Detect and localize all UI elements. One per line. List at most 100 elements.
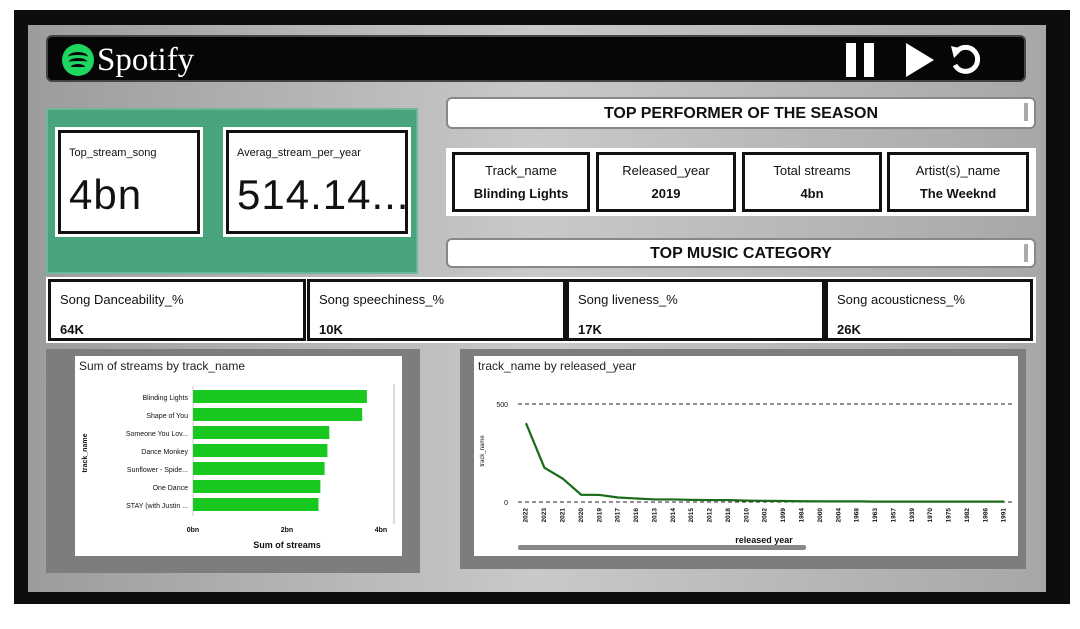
cell-value: Blinding Lights xyxy=(473,186,569,201)
header-bar: Spotify xyxy=(46,35,1026,82)
x-tick-label: 2022 xyxy=(523,508,530,523)
x-tick-label: 0bn xyxy=(187,527,199,534)
series-line xyxy=(524,422,1004,503)
cell-value: 2019 xyxy=(651,186,681,201)
x-tick-label: 2017 xyxy=(615,508,622,523)
scrollbar[interactable] xyxy=(1024,244,1028,262)
metric-value: 64K xyxy=(60,322,84,337)
pause-icon[interactable] xyxy=(846,43,878,77)
metric-liveness: Song liveness_% 17K xyxy=(566,279,825,341)
x-tick-label: 2018 xyxy=(725,508,732,523)
cell-header: Track_name xyxy=(485,163,557,178)
bar xyxy=(193,426,330,439)
x-axis-title: released year xyxy=(735,535,793,545)
kpi-value: 4bn xyxy=(69,171,143,218)
bar xyxy=(193,498,319,511)
x-tick-label: 2023 xyxy=(541,508,548,523)
scrollbar[interactable] xyxy=(1024,103,1028,121)
spotify-logo: Spotify xyxy=(62,41,194,79)
cell-header: Total streams xyxy=(773,163,851,178)
kpi-label: Averag_stream_per_year xyxy=(237,147,361,159)
x-tick-label: 2012 xyxy=(707,508,714,523)
top-performer-title: TOP PERFORMER OF THE SEASON xyxy=(603,105,879,122)
x-tick-label: 2013 xyxy=(651,508,658,523)
bar xyxy=(193,390,367,403)
bar-category-label: Shape of You xyxy=(146,413,188,420)
kpi-top-stream-song: Top_stream_song 4bn xyxy=(55,127,203,237)
x-tick-label: 2002 xyxy=(762,508,769,523)
app-title: Spotify xyxy=(97,42,195,78)
cell-artist-name: Artist(s)_name The Weeknd xyxy=(887,152,1029,212)
cell-value: 4bn xyxy=(800,186,824,201)
metric-value: 26K xyxy=(837,322,861,337)
kpi-value: 514.14... xyxy=(237,171,410,218)
x-tick-label: 1939 xyxy=(909,508,916,523)
x-tick-label: 2bn xyxy=(281,527,293,534)
scrollbar xyxy=(393,384,395,524)
metric-header: Song acousticness_% xyxy=(837,292,965,307)
bar-category-label: Someone You Lov... xyxy=(126,431,188,438)
x-tick-label: 1986 xyxy=(982,508,989,523)
bar-category-label: Blinding Lights xyxy=(142,395,188,402)
x-tick-label: 2000 xyxy=(817,508,824,523)
spotify-icon xyxy=(62,44,94,76)
x-tick-label: 2020 xyxy=(578,508,585,523)
cell-value: The Weeknd xyxy=(919,186,997,201)
x-tick-label: 1984 xyxy=(798,508,805,523)
page: Spotify Top_stream_song 4bn Averag_strea… xyxy=(0,0,1080,629)
x-tick-label: 2004 xyxy=(835,508,842,523)
x-tick-label: 1957 xyxy=(890,508,897,523)
metric-acousticness: Song acousticness_% 26K xyxy=(825,279,1033,341)
music-metrics-row: Song Danceability_% 64K Song speechiness… xyxy=(46,277,1036,343)
top-performer-row: Track_name Blinding Lights Released_year… xyxy=(446,148,1036,216)
metric-header: Song liveness_% xyxy=(578,292,678,307)
x-tick-label: 2010 xyxy=(743,508,750,523)
x-tick-label: 2016 xyxy=(633,508,640,523)
cell-header: Artist(s)_name xyxy=(915,163,1001,178)
y-tick-label: 0 xyxy=(504,500,508,507)
kpi-label: Top_stream_song xyxy=(69,147,157,159)
y-axis-title: track_name xyxy=(480,435,486,467)
bar xyxy=(193,444,328,457)
line-chart-card: track_name by released_year 500 0 2022 2023… xyxy=(474,356,1018,556)
metric-header: Song speechiness_% xyxy=(319,292,445,307)
x-tick-label: 2015 xyxy=(688,508,695,523)
x-axis-title: Sum of streams xyxy=(253,540,321,550)
bar-category-label: STAY (with Justin ... xyxy=(126,503,188,510)
line-chart: 500 0 2022 2023 2021 2020 2019 2017 2016 2013 2014… xyxy=(480,402,1014,550)
x-tick-label: 4bn xyxy=(375,527,387,534)
cell-header: Released_year xyxy=(622,163,710,178)
bar xyxy=(193,462,325,475)
bar-chart: Blinding Lights Shape of You Someone You L… xyxy=(82,384,395,550)
scrollbar xyxy=(518,545,806,550)
x-tick-label: 1991 xyxy=(1001,508,1008,523)
metric-value: 10K xyxy=(319,322,343,337)
x-tick-label: 2019 xyxy=(596,508,603,523)
bar-category-label: One Dance xyxy=(153,485,189,492)
x-tick-label: 2014 xyxy=(670,508,677,523)
kpi-average-stream: Averag_stream_per_year 514.14... xyxy=(223,127,411,237)
x-tick-label: 1963 xyxy=(872,508,879,523)
x-tick-label: 1999 xyxy=(780,508,787,523)
replay-icon[interactable] xyxy=(948,43,982,77)
bar-chart-card: Sum of streams by track_name Blinding Li… xyxy=(75,356,402,556)
top-music-banner: TOP MUSIC CATEGORY xyxy=(446,238,1036,268)
x-tick-label: 1970 xyxy=(927,508,934,523)
metric-value: 17K xyxy=(578,322,602,337)
bar-category-label: Dance Monkey xyxy=(141,449,188,456)
x-tick-label: 1982 xyxy=(964,508,971,523)
top-performer-banner: TOP PERFORMER OF THE SEASON xyxy=(446,97,1036,129)
cell-total-streams: Total streams 4bn xyxy=(742,152,882,212)
bar xyxy=(193,480,321,493)
metric-danceability: Song Danceability_% 64K xyxy=(48,279,306,341)
cell-released-year: Released_year 2019 xyxy=(596,152,736,212)
y-tick-label: 500 xyxy=(496,402,508,409)
x-tick-label: 1975 xyxy=(946,508,953,523)
play-icon[interactable] xyxy=(906,43,934,77)
bar-category-label: Sunflower - Spide... xyxy=(127,467,188,474)
bar xyxy=(193,408,363,421)
metric-speechiness: Song speechiness_% 10K xyxy=(307,279,566,341)
top-music-title: TOP MUSIC CATEGORY xyxy=(650,245,832,262)
x-tick-label: 2021 xyxy=(559,508,566,523)
y-axis-title: track_name xyxy=(82,433,89,472)
